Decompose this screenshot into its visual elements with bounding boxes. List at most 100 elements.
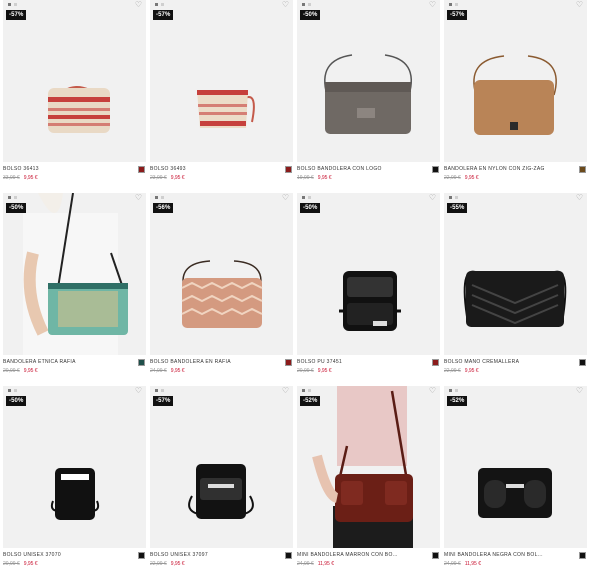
heart-outline-icon[interactable]: ♡ [429,1,436,9]
product-image[interactable]: -50% ♡ [297,0,440,162]
carousel-dots[interactable] [449,3,458,6]
product-image[interactable]: -55% ♡ [444,193,587,355]
sale-price: 9,95 € [170,561,185,567]
product-image[interactable]: -50% ♡ [297,193,440,355]
heart-outline-icon[interactable]: ♡ [282,1,289,9]
heart-outline-icon[interactable]: ♡ [282,387,289,395]
product-illustration [181,260,263,328]
product-illustration [188,464,254,519]
product-card[interactable]: -57% ♡ BOLSO UNISEX 37097 22,99 €9,95 € [150,386,293,579]
product-image[interactable]: -57% ♡ [150,0,293,162]
color-swatch[interactable] [579,166,586,173]
product-name[interactable]: BOLSO 36493 [150,166,270,172]
discount-badge: -57% [447,10,468,20]
discount-badge: -50% [300,10,321,20]
product-illustration [50,468,100,520]
original-price: 24,99 € [297,561,314,567]
color-swatch[interactable] [285,552,292,559]
heart-outline-icon[interactable]: ♡ [429,387,436,395]
heart-outline-icon[interactable]: ♡ [429,194,436,202]
product-card[interactable]: -52% ♡ MINI BANDOLERA NEGRA CON BOL... 2… [444,386,587,579]
heart-outline-icon[interactable]: ♡ [135,194,142,202]
original-price: 24,99 € [150,368,167,374]
color-swatch[interactable] [432,359,439,366]
carousel-dots[interactable] [302,196,311,199]
product-card[interactable]: -50% ♡ BANDOLERA ETNICA RAFIA 20,99 €9,9… [3,193,146,386]
product-image[interactable]: -52% ♡ [444,386,587,548]
color-swatch[interactable] [285,359,292,366]
sale-price: 9,95 € [23,368,38,374]
product-card[interactable]: -52% ♡ MINI BANDOLERA MARRON CON BO... 2… [297,386,440,579]
sale-price: 9,95 € [464,175,479,181]
product-card[interactable]: -56% ♡ BOLSO BANDOLERA EN RAFIA 24,99 €9… [150,193,293,386]
heart-outline-icon[interactable]: ♡ [135,1,142,9]
product-card[interactable]: -57% ♡ BANDOLERA EN NYLON CON ZIG-ZAG 22… [444,0,587,193]
product-illustration [339,271,401,331]
product-name[interactable]: MINI BANDOLERA MARRON CON BO... [297,552,417,558]
original-price: 22,99 € [444,368,461,374]
color-swatch[interactable] [138,359,145,366]
product-illustration [197,90,255,128]
discount-badge: -57% [153,396,174,406]
product-card[interactable]: -57% ♡ BOLSO 36493 23,99 €9,95 € [150,0,293,193]
original-price: 23,99 € [150,175,167,181]
product-image[interactable]: -56% ♡ [150,193,293,355]
product-card[interactable]: -50% ♡ BOLSO UNISEX 37070 20,99 €9,95 € [3,386,146,579]
product-image[interactable]: -50% ♡ [3,386,146,548]
heart-outline-icon[interactable]: ♡ [576,194,583,202]
original-price: 24,99 € [444,561,461,567]
carousel-dots[interactable] [302,389,311,392]
product-name[interactable]: BOLSO BANDOLERA EN RAFIA [150,359,270,365]
color-swatch[interactable] [432,166,439,173]
color-swatch[interactable] [285,166,292,173]
heart-outline-icon[interactable]: ♡ [282,194,289,202]
discount-badge: -56% [153,203,174,213]
color-swatch[interactable] [432,552,439,559]
discount-badge: -57% [153,10,174,20]
product-illustration [324,54,412,134]
product-card[interactable]: -55% ♡ BOLSO MANO CREMALLERA 22,99 €9,95… [444,193,587,386]
carousel-dots[interactable] [8,3,17,6]
sale-price: 9,95 € [23,175,38,181]
carousel-dots[interactable] [8,196,17,199]
carousel-dots[interactable] [155,389,164,392]
color-swatch[interactable] [579,552,586,559]
heart-outline-icon[interactable]: ♡ [135,387,142,395]
original-price: 33,99 € [3,175,20,181]
product-name[interactable]: BOLSO BANDOLERA CON LOGO [297,166,417,172]
carousel-dots[interactable] [449,389,458,392]
product-name[interactable]: BOLSO MANO CREMALLERA [444,359,564,365]
carousel-dots[interactable] [302,3,311,6]
product-name[interactable]: BANDOLERA EN NYLON CON ZIG-ZAG [444,166,564,172]
product-card[interactable]: -50% ♡ BOLSO PU 37451 20,99 €9,95 € [297,193,440,386]
product-image[interactable]: -57% ♡ [150,386,293,548]
carousel-dots[interactable] [8,389,17,392]
color-swatch[interactable] [579,359,586,366]
discount-badge: -50% [300,203,321,213]
product-image[interactable]: -50% ♡ [3,193,146,355]
product-card[interactable]: -50% ♡ BOLSO BANDOLERA CON LOGO 19,99 €9… [297,0,440,193]
product-image[interactable]: -57% ♡ [444,0,587,162]
product-card[interactable]: -57% ♡ BOLSO 36413 33,99 €9,95 € [3,0,146,193]
carousel-dots[interactable] [155,3,164,6]
product-name[interactable]: BOLSO 36413 [3,166,123,172]
color-swatch[interactable] [138,552,145,559]
product-illustration [312,386,413,548]
sale-price: 9,95 € [464,368,479,374]
carousel-dots[interactable] [449,196,458,199]
sale-price: 11,95 € [317,561,334,567]
product-image[interactable]: -52% ♡ [297,386,440,548]
product-name[interactable]: BOLSO UNISEX 37070 [3,552,123,558]
product-name[interactable]: BANDOLERA ETNICA RAFIA [3,359,123,365]
product-name[interactable]: BOLSO UNISEX 37097 [150,552,270,558]
original-price: 22,99 € [150,561,167,567]
color-swatch[interactable] [138,166,145,173]
product-name[interactable]: BOLSO PU 37451 [297,359,417,365]
product-image[interactable]: -57% ♡ [3,0,146,162]
discount-badge: -57% [6,10,27,20]
product-illustration [48,86,110,133]
heart-outline-icon[interactable]: ♡ [576,387,583,395]
heart-outline-icon[interactable]: ♡ [576,1,583,9]
product-name[interactable]: MINI BANDOLERA NEGRA CON BOL... [444,552,564,558]
carousel-dots[interactable] [155,196,164,199]
